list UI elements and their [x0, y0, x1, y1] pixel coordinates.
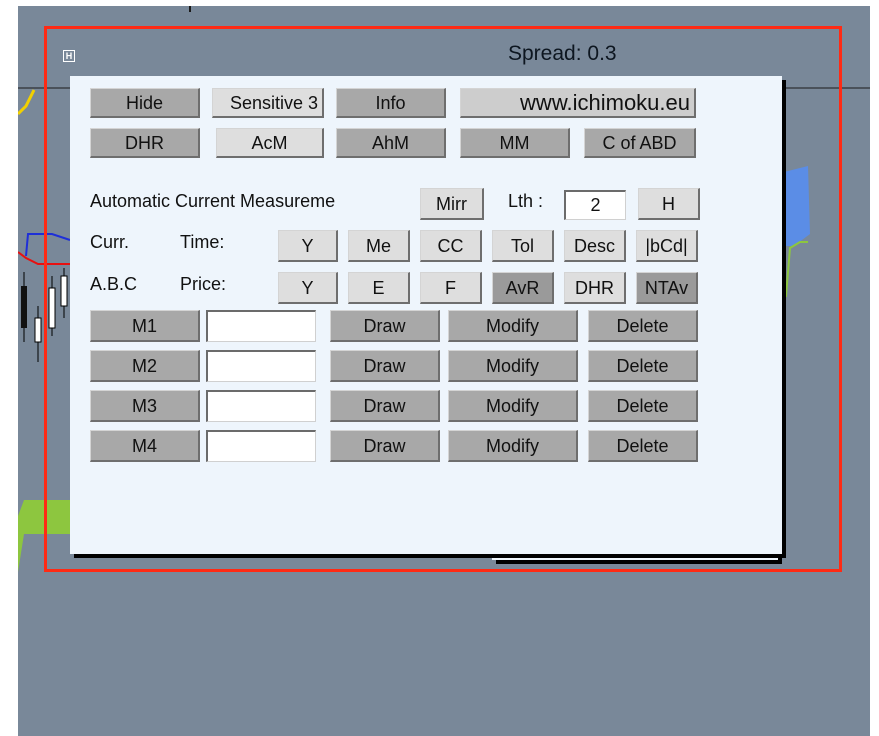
abc-f-button[interactable]: F — [420, 272, 482, 304]
curr-desc-button[interactable]: Desc — [564, 230, 626, 262]
curr-me-button[interactable]: Me — [348, 230, 410, 262]
curr-y-button[interactable]: Y — [278, 230, 338, 262]
spread-readout: Spread: 0.3 — [508, 42, 617, 65]
curr-tol-button[interactable]: Tol — [492, 230, 554, 262]
abc-dhr-button[interactable]: DHR — [564, 272, 626, 304]
m2-draw-button[interactable]: Draw — [330, 350, 440, 382]
abc-e-button[interactable]: E — [348, 272, 410, 304]
curr-cc-button[interactable]: CC — [420, 230, 482, 262]
m4-input[interactable] — [206, 430, 316, 462]
measurement-panel: Hide Sensitive 3 Info www.ichimoku.eu DH… — [70, 76, 782, 554]
c-of-abd-button[interactable]: C of ABD — [584, 128, 696, 158]
m1-button[interactable]: M1 — [90, 310, 200, 342]
m1-input[interactable] — [206, 310, 316, 342]
m3-modify-button[interactable]: Modify — [448, 390, 578, 422]
candle-body — [60, 275, 68, 307]
abc-ntav-button[interactable]: NTAv — [636, 272, 698, 304]
m4-modify-button[interactable]: Modify — [448, 430, 578, 462]
abc-avr-button[interactable]: AvR — [492, 272, 554, 304]
candle-body — [34, 317, 42, 343]
m2-button[interactable]: M2 — [90, 350, 200, 382]
collapse-panel-icon[interactable]: H — [63, 50, 75, 62]
m1-delete-button[interactable]: Delete — [588, 310, 698, 342]
m2-delete-button[interactable]: Delete — [588, 350, 698, 382]
price-label: Price: — [180, 274, 227, 294]
sensitive-button[interactable]: Sensitive 3 — [212, 88, 324, 118]
m4-button[interactable]: M4 — [90, 430, 200, 462]
m4-draw-button[interactable]: Draw — [330, 430, 440, 462]
acm-button[interactable]: AcM — [216, 128, 324, 158]
dhr-button[interactable]: DHR — [90, 128, 200, 158]
m2-input[interactable] — [206, 350, 316, 382]
candle-body — [21, 286, 27, 328]
yellow-series — [18, 89, 36, 116]
m2-modify-button[interactable]: Modify — [448, 350, 578, 382]
abc-y-button[interactable]: Y — [278, 272, 338, 304]
ahm-button[interactable]: AhM — [336, 128, 446, 158]
hide-button[interactable]: Hide — [90, 88, 200, 118]
mirr-button[interactable]: Mirr — [420, 188, 484, 220]
m4-delete-button[interactable]: Delete — [588, 430, 698, 462]
m1-modify-button[interactable]: Modify — [448, 310, 578, 342]
website-link[interactable]: www.ichimoku.eu — [460, 88, 696, 118]
h-button[interactable]: H — [638, 188, 700, 220]
m3-delete-button[interactable]: Delete — [588, 390, 698, 422]
curr-label: Curr. — [90, 232, 130, 252]
green-cloud — [18, 500, 70, 572]
mm-button[interactable]: MM — [460, 128, 570, 158]
m1-draw-button[interactable]: Draw — [330, 310, 440, 342]
m3-button[interactable]: M3 — [90, 390, 200, 422]
candle-body — [48, 287, 56, 329]
m3-draw-button[interactable]: Draw — [330, 390, 440, 422]
time-label: Time: — [180, 232, 225, 252]
info-button[interactable]: Info — [336, 88, 446, 118]
curr-bcd-button[interactable]: |bCd| — [636, 230, 698, 262]
lth-label: Lth : — [508, 191, 544, 211]
measurement-title: Automatic Current Measureme — [90, 191, 336, 211]
blue-series — [25, 233, 71, 257]
lth-input[interactable]: 2 — [564, 190, 626, 220]
m3-input[interactable] — [206, 390, 316, 422]
green-series — [778, 241, 808, 297]
abc-label: A.B.C — [90, 274, 138, 294]
